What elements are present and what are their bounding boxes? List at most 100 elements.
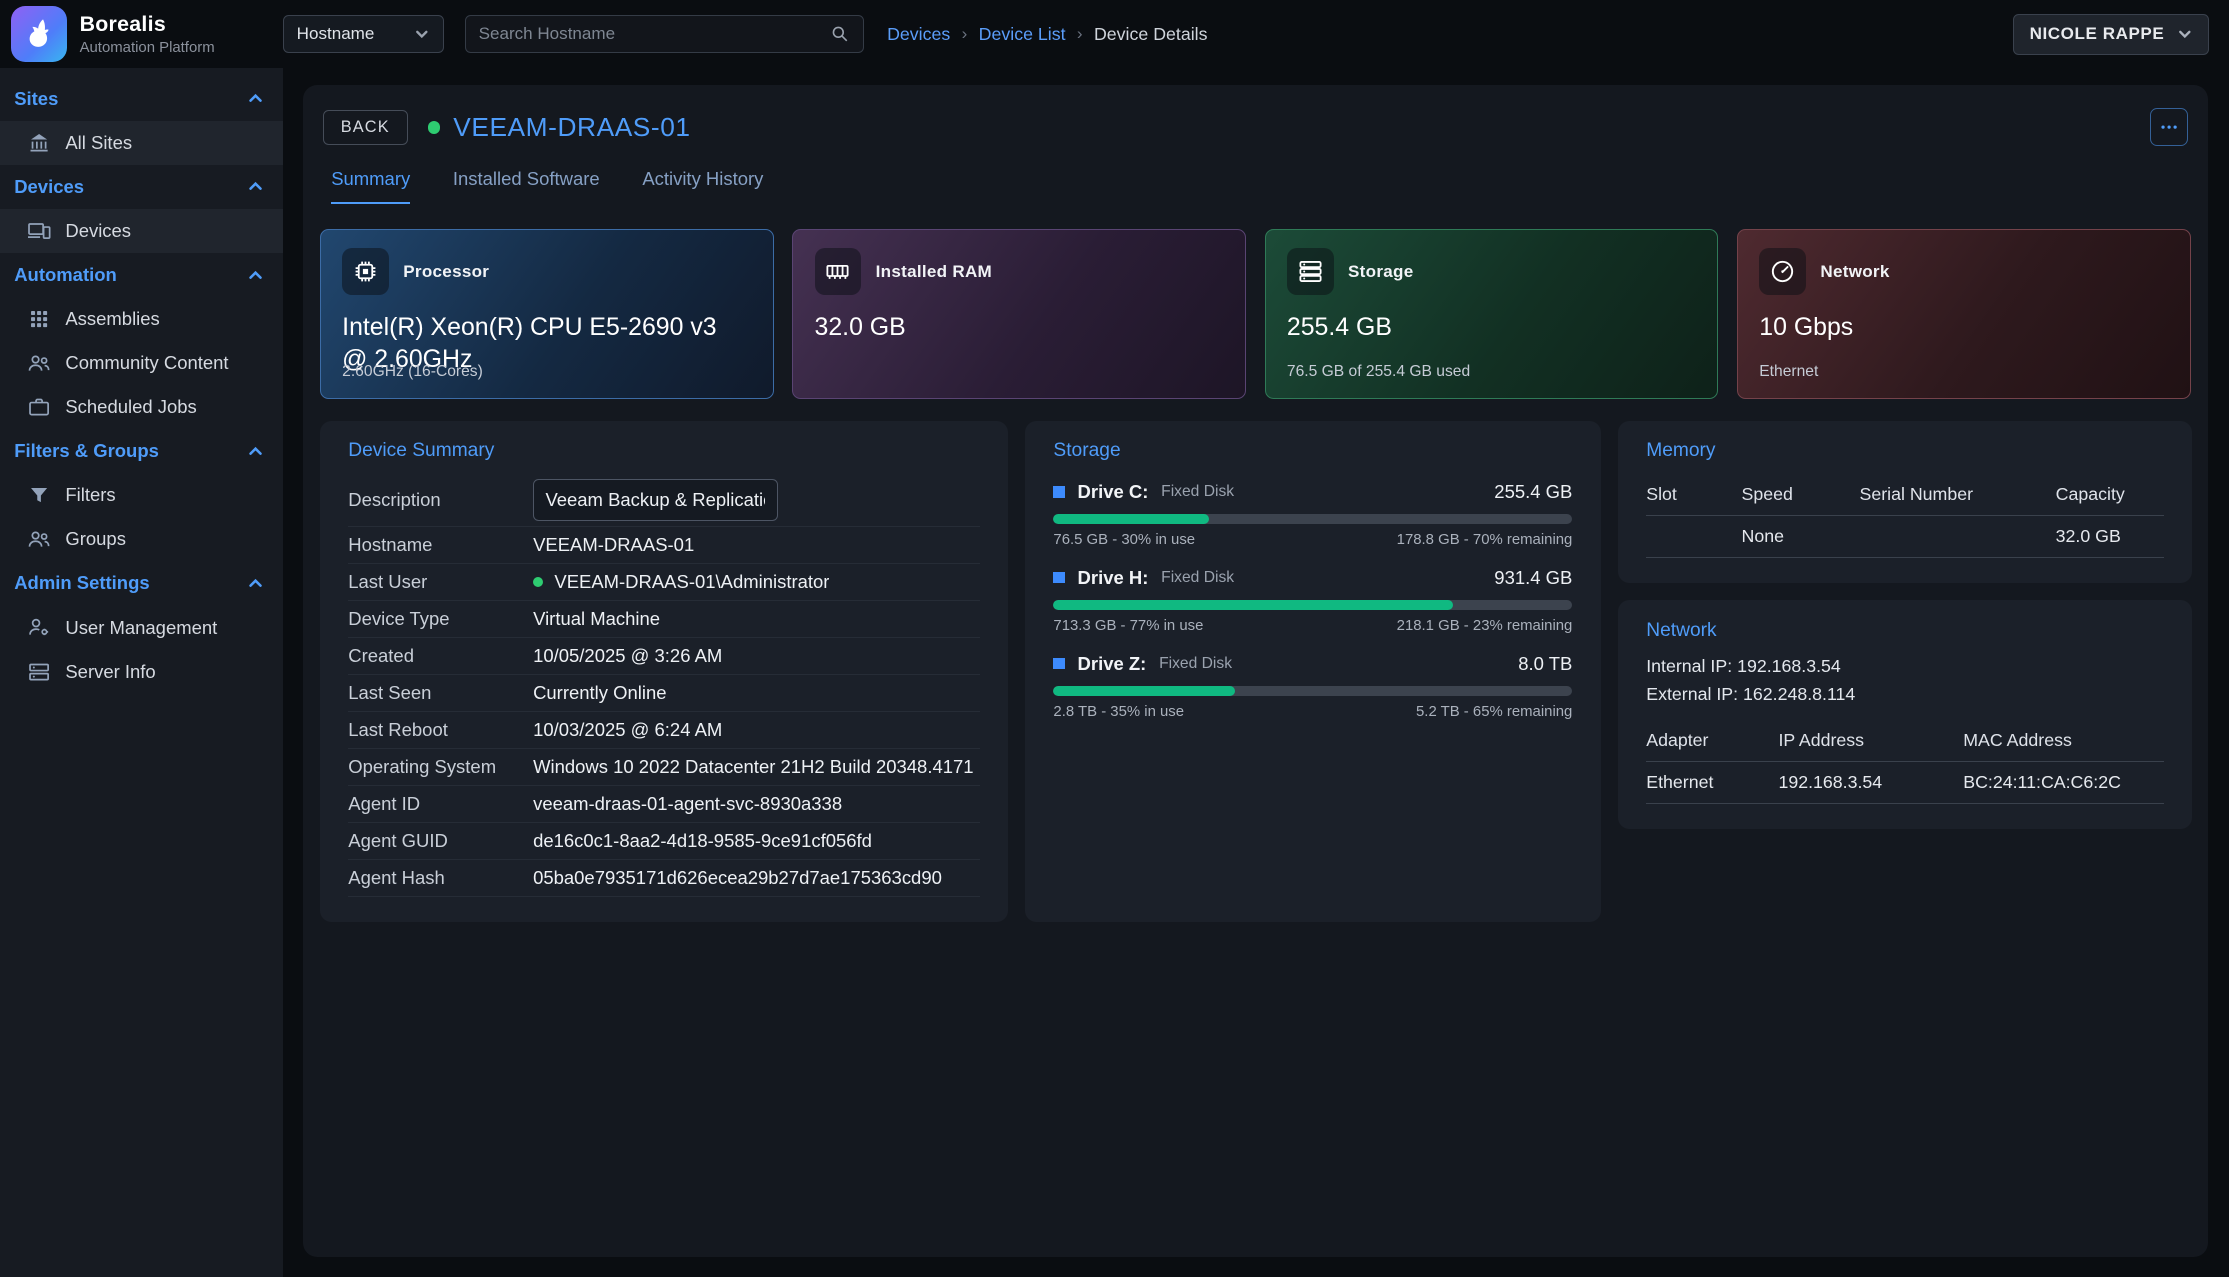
breadcrumb-separator: › xyxy=(1077,24,1083,44)
drive-marker-icon xyxy=(1053,486,1064,497)
back-button[interactable]: BACK xyxy=(323,110,408,145)
summary-row-last-seen: Last Seen Currently Online xyxy=(348,675,979,712)
stat-card-value: 32.0 GB xyxy=(815,312,1208,344)
chevron-down-icon xyxy=(414,26,430,42)
drive-usage-fill xyxy=(1053,514,1209,524)
drive-usage-fill xyxy=(1053,686,1235,696)
drive-in-use: 76.5 GB - 30% in use xyxy=(1053,531,1195,548)
chevron-up-icon xyxy=(247,575,264,592)
device-details-panel: BACK VEEAM-DRAAS-01 Summary Installed So… xyxy=(303,85,2208,1257)
brand-name: Borealis xyxy=(80,12,215,37)
server-icon xyxy=(27,660,51,684)
row-value: 05ba0e7935171d626ecea29b27d7ae175363cd90 xyxy=(533,867,942,889)
row-label: Agent GUID xyxy=(348,830,533,852)
row-value: VEEAM-DRAAS-01 xyxy=(533,534,694,556)
user-menu-label: NICOLE RAPPE xyxy=(2030,24,2165,44)
drive-usage-text: 76.5 GB - 30% in use 178.8 GB - 70% rema… xyxy=(1053,531,1572,548)
summary-row-operating-system: Operating System Windows 10 2022 Datacen… xyxy=(348,749,979,786)
breadcrumb-separator: › xyxy=(962,24,968,44)
top-bar: Borealis Automation Platform Hostname De… xyxy=(0,0,2229,68)
row-value: 10/05/2025 @ 3:26 AM xyxy=(533,645,722,667)
table-header-cell: Capacity xyxy=(2056,484,2164,505)
devices-icon xyxy=(27,219,51,243)
drive-remaining: 5.2 TB - 65% remaining xyxy=(1416,703,1572,720)
sidebar-section-devices[interactable]: Devices xyxy=(0,165,283,209)
sidebar-section-sites[interactable]: Sites xyxy=(0,77,283,121)
sidebar-section-automation[interactable]: Automation xyxy=(0,253,283,297)
drive-remaining: 178.8 GB - 70% remaining xyxy=(1397,531,1573,548)
sidebar-item-label: All Sites xyxy=(65,132,132,154)
breadcrumb: Devices › Device List › Device Details xyxy=(887,24,1207,45)
drive-type: Fixed Disk xyxy=(1161,569,1234,587)
sidebar-item-user-management[interactable]: User Management xyxy=(0,606,283,650)
people-icon xyxy=(27,351,51,375)
row-label: Last Seen xyxy=(348,682,533,704)
people-icon xyxy=(27,527,51,551)
sidebar-section-admin-settings[interactable]: Admin Settings xyxy=(0,561,283,605)
row-label: Agent Hash xyxy=(348,867,533,889)
search-icon[interactable] xyxy=(829,23,850,44)
table-cell: None xyxy=(1741,526,1859,547)
sidebar-item-filters[interactable]: Filters xyxy=(0,473,283,517)
gauge-icon xyxy=(1759,248,1806,295)
more-actions-button[interactable] xyxy=(2150,108,2188,146)
online-status-dot xyxy=(428,121,441,134)
row-label: Created xyxy=(348,645,533,667)
drive-in-use: 2.8 TB - 35% in use xyxy=(1053,703,1184,720)
search-input[interactable] xyxy=(479,24,830,44)
sidebar-item-community-content[interactable]: Community Content xyxy=(0,341,283,385)
stat-card-processor: Processor Intel(R) Xeon(R) CPU E5-2690 v… xyxy=(320,229,774,400)
row-value: Virtual Machine xyxy=(533,608,660,630)
description-input[interactable] xyxy=(533,479,778,520)
brand-subtitle: Automation Platform xyxy=(80,39,215,56)
drive-usage-fill xyxy=(1053,600,1453,610)
summary-row-last-user: Last User VEEAM-DRAAS-01\Administrator xyxy=(348,564,979,601)
row-label: Last Reboot xyxy=(348,719,533,741)
device-tabs: Summary Installed Software Activity Hist… xyxy=(331,168,2179,205)
sidebar-item-devices[interactable]: Devices xyxy=(0,209,283,253)
table-cell: 32.0 GB xyxy=(2056,526,2164,547)
network-panel-title: Network xyxy=(1646,620,2164,642)
user-gear-icon xyxy=(27,615,51,639)
borealis-logo[interactable] xyxy=(11,6,66,61)
chevron-up-icon xyxy=(247,443,264,460)
user-menu-button[interactable]: NICOLE RAPPE xyxy=(2013,14,2209,55)
sidebar-item-scheduled-jobs[interactable]: Scheduled Jobs xyxy=(0,385,283,429)
summary-row-created: Created 10/05/2025 @ 3:26 AM xyxy=(348,638,979,675)
building-icon xyxy=(27,131,51,155)
summary-row-device-type: Device Type Virtual Machine xyxy=(348,601,979,638)
tab-activity-history[interactable]: Activity History xyxy=(642,168,763,205)
network-panel: Network Internal IP: 192.168.3.54 Extern… xyxy=(1618,600,2192,829)
cpu-icon xyxy=(342,248,389,295)
drive-usage-bar xyxy=(1053,600,1572,610)
row-label: Description xyxy=(348,489,533,511)
breadcrumb-link-device-list[interactable]: Device List xyxy=(979,24,1066,45)
tab-summary[interactable]: Summary xyxy=(331,168,410,205)
sidebar-item-groups[interactable]: Groups xyxy=(0,517,283,561)
filter-icon xyxy=(27,483,51,507)
stat-card-header: Storage xyxy=(1287,248,1696,295)
tab-installed-software[interactable]: Installed Software xyxy=(453,168,600,205)
sidebar-item-all-sites[interactable]: All Sites xyxy=(0,121,283,165)
device-title-row: BACK VEEAM-DRAAS-01 xyxy=(323,108,2188,146)
memory-panel-title: Memory xyxy=(1646,440,2164,462)
stat-card-value: 255.4 GB xyxy=(1287,312,1680,344)
drive-usage-bar xyxy=(1053,686,1572,696)
sidebar-section-filters-groups[interactable]: Filters & Groups xyxy=(0,429,283,473)
sidebar: Sites All Sites Devices Devices Automati… xyxy=(0,68,283,1276)
stat-card-label: Storage xyxy=(1348,262,1413,282)
main-content: BACK VEEAM-DRAAS-01 Summary Installed So… xyxy=(283,68,2229,1276)
stat-card-footer: Ethernet xyxy=(1759,363,1818,381)
table-cell: Ethernet xyxy=(1646,772,1778,793)
drive-marker-icon xyxy=(1053,658,1064,669)
summary-row-agent-hash: Agent Hash 05ba0e7935171d626ecea29b27d7a… xyxy=(348,860,979,897)
row-value: de16c0c1-8aa2-4d18-9585-9ce91cf056fd xyxy=(533,830,872,852)
sidebar-item-server-info[interactable]: Server Info xyxy=(0,650,283,694)
stat-card-label: Installed RAM xyxy=(876,262,992,282)
app-root: Borealis Automation Platform Hostname De… xyxy=(0,0,2229,1277)
breadcrumb-link-devices[interactable]: Devices xyxy=(887,24,950,45)
stat-card-installed-ram: Installed RAM 32.0 GB xyxy=(792,229,1246,400)
sidebar-item-assemblies[interactable]: Assemblies xyxy=(0,297,283,341)
drive-header: Drive C: Fixed Disk 255.4 GB xyxy=(1053,481,1572,503)
hostname-filter-select[interactable]: Hostname xyxy=(283,15,444,53)
